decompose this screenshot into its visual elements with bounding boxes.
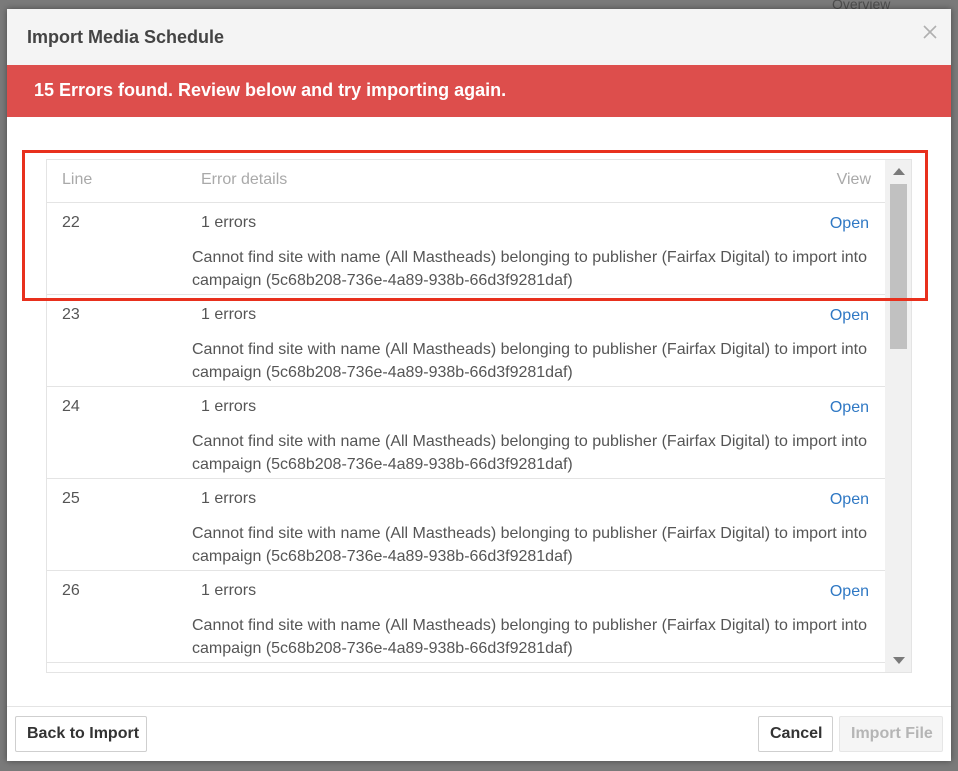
error-banner: 15 Errors found. Review below and try im… xyxy=(7,65,951,117)
row-error-count: 1 errors xyxy=(201,490,257,507)
import-media-schedule-dialog: Import Media Schedule 15 Errors found. R… xyxy=(7,9,951,761)
scroll-up-arrow-icon[interactable] xyxy=(893,168,905,175)
row-error-message: Cannot find site with name (All Masthead… xyxy=(192,249,867,289)
table-header: Line Error details View xyxy=(47,160,885,203)
table-scrollbar[interactable] xyxy=(885,160,911,672)
scroll-down-arrow-icon[interactable] xyxy=(893,657,905,664)
import-file-button[interactable]: Import File xyxy=(839,716,943,752)
error-table-body: Line Error details View 22 1 errors Open… xyxy=(47,160,885,663)
row-error-count: 1 errors xyxy=(201,398,257,415)
open-link[interactable]: Open xyxy=(830,399,869,417)
dialog-title: Import Media Schedule xyxy=(27,27,225,47)
error-table: Line Error details View 22 1 errors Open… xyxy=(46,159,912,673)
cancel-button[interactable]: Cancel xyxy=(758,716,833,752)
row-line-number: 22 xyxy=(62,214,80,231)
error-banner-text: 15 Errors found. Review below and try im… xyxy=(34,80,507,100)
open-link[interactable]: Open xyxy=(830,307,869,325)
row-line-number: 24 xyxy=(62,398,80,415)
table-row: 22 1 errors Open Cannot find site with n… xyxy=(47,203,885,295)
row-line-number: 26 xyxy=(62,582,80,599)
table-row: 25 1 errors Open Cannot find site with n… xyxy=(47,479,885,571)
table-row: 23 1 errors Open Cannot find site with n… xyxy=(47,295,885,387)
scrollbar-thumb[interactable] xyxy=(890,184,907,349)
open-link[interactable]: Open xyxy=(830,215,869,233)
header-line: Line xyxy=(62,171,93,188)
row-error-message: Cannot find site with name (All Masthead… xyxy=(192,525,867,565)
open-link[interactable]: Open xyxy=(830,491,869,509)
row-error-count: 1 errors xyxy=(201,582,257,599)
row-error-message: Cannot find site with name (All Masthead… xyxy=(192,341,867,381)
row-error-message: Cannot find site with name (All Masthead… xyxy=(192,617,867,657)
row-error-count: 1 errors xyxy=(201,214,257,231)
back-to-import-button[interactable]: Back to Import xyxy=(15,716,147,752)
row-error-message: Cannot find site with name (All Masthead… xyxy=(192,433,867,473)
table-row: 24 1 errors Open Cannot find site with n… xyxy=(47,387,885,479)
dialog-header: Import Media Schedule xyxy=(7,9,951,66)
header-error-details: Error details xyxy=(201,171,288,188)
close-icon[interactable] xyxy=(921,23,939,41)
row-error-count: 1 errors xyxy=(201,306,257,323)
table-row: 26 1 errors Open Cannot find site with n… xyxy=(47,571,885,663)
header-view: View xyxy=(836,171,871,188)
row-line-number: 23 xyxy=(62,306,80,323)
row-line-number: 25 xyxy=(62,490,80,507)
open-link[interactable]: Open xyxy=(830,583,869,601)
dialog-footer: Back to Import Cancel Import File xyxy=(7,706,951,762)
